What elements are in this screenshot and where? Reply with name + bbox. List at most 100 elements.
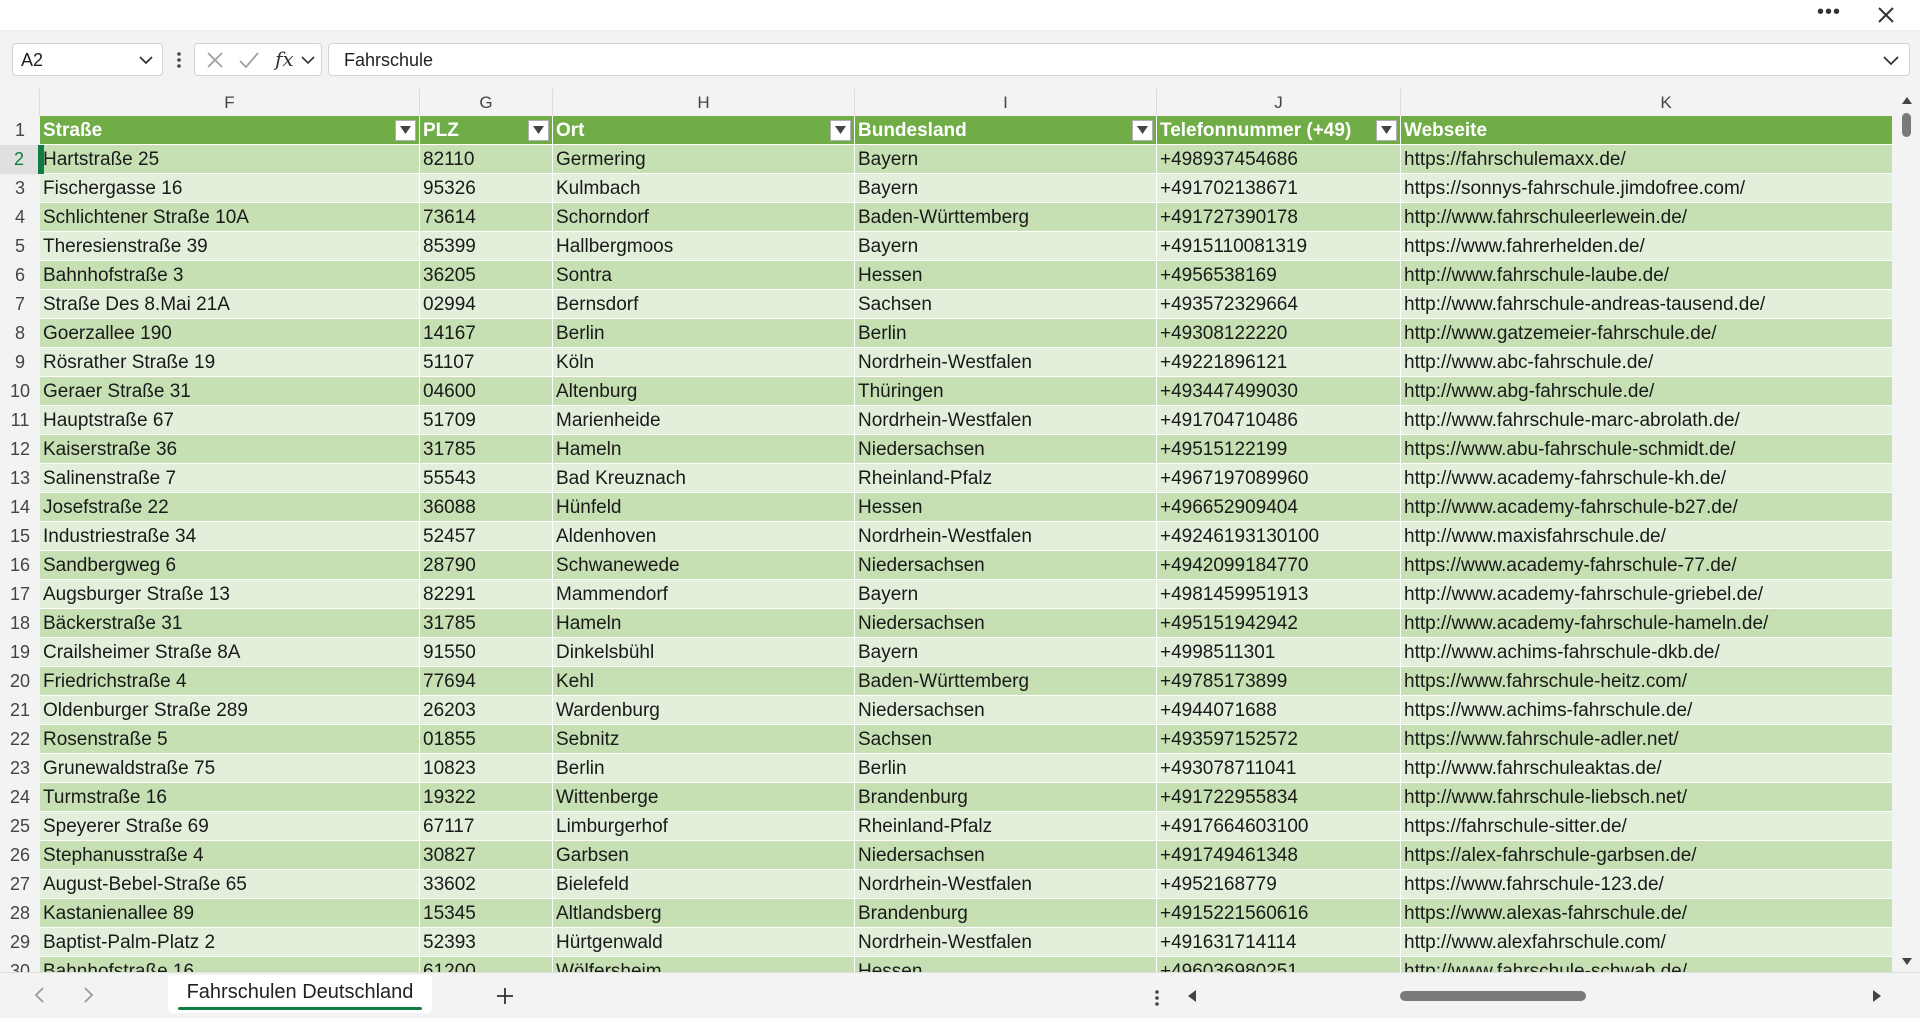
- table-cell[interactable]: Friedrichstraße 4: [40, 667, 420, 696]
- table-cell[interactable]: Speyerer Straße 69: [40, 812, 420, 841]
- table-cell[interactable]: Turmstraße 16: [40, 783, 420, 812]
- table-cell[interactable]: Hauptstraße 67: [40, 406, 420, 435]
- scroll-right-icon[interactable]: [1868, 986, 1886, 1006]
- table-cell[interactable]: +491702138671: [1157, 174, 1401, 203]
- vertical-scroll-thumb[interactable]: [1902, 113, 1911, 137]
- row-header[interactable]: 29: [0, 928, 40, 957]
- sheet-tab-active[interactable]: Fahrschulen Deutschland: [168, 975, 432, 1013]
- table-cell[interactable]: Brandenburg: [855, 899, 1157, 928]
- table-cell[interactable]: http://www.fahrschuleaktas.de/: [1401, 754, 1892, 783]
- add-sheet-icon[interactable]: [492, 983, 518, 1009]
- table-cell[interactable]: Bielefeld: [553, 870, 855, 899]
- table-cell[interactable]: http://www.gatzemeier-fahrschule.de/: [1401, 319, 1892, 348]
- row-header[interactable]: 28: [0, 899, 40, 928]
- chevron-down-icon[interactable]: [299, 50, 317, 70]
- table-cell[interactable]: +4917664603100: [1157, 812, 1401, 841]
- table-cell[interactable]: Sandbergweg 6: [40, 551, 420, 580]
- table-cell[interactable]: Altlandsberg: [553, 899, 855, 928]
- table-header-cell[interactable]: Ort: [553, 116, 855, 145]
- table-cell[interactable]: Rheinland-Pfalz: [855, 464, 1157, 493]
- table-cell[interactable]: Aldenhoven: [553, 522, 855, 551]
- table-cell[interactable]: +4956538169: [1157, 261, 1401, 290]
- table-cell[interactable]: Salinenstraße 7: [40, 464, 420, 493]
- table-cell[interactable]: Sebnitz: [553, 725, 855, 754]
- table-cell[interactable]: Bayern: [855, 580, 1157, 609]
- table-cell[interactable]: Nordrhein-Westfalen: [855, 870, 1157, 899]
- row-header[interactable]: 12: [0, 435, 40, 464]
- table-cell[interactable]: +49221896121: [1157, 348, 1401, 377]
- table-cell[interactable]: https://www.abu-fahrschule-schmidt.de/: [1401, 435, 1892, 464]
- close-icon[interactable]: [1872, 1, 1900, 29]
- table-cell[interactable]: Geraer Straße 31: [40, 377, 420, 406]
- filter-dropdown-icon[interactable]: [830, 120, 851, 141]
- row-header[interactable]: 22: [0, 725, 40, 754]
- table-cell[interactable]: 14167: [420, 319, 553, 348]
- filter-dropdown-icon[interactable]: [528, 120, 549, 141]
- table-cell[interactable]: Niedersachsen: [855, 609, 1157, 638]
- table-cell[interactable]: Hessen: [855, 957, 1157, 972]
- column-header-i[interactable]: I: [855, 89, 1157, 116]
- column-header-j[interactable]: J: [1157, 89, 1401, 116]
- row-header[interactable]: 15: [0, 522, 40, 551]
- table-cell[interactable]: Limburgerhof: [553, 812, 855, 841]
- table-cell[interactable]: Industriestraße 34: [40, 522, 420, 551]
- table-cell[interactable]: Kastanienallee 89: [40, 899, 420, 928]
- table-cell[interactable]: +4998511301: [1157, 638, 1401, 667]
- table-cell[interactable]: +491727390178: [1157, 203, 1401, 232]
- table-cell[interactable]: https://www.fahrschule-heitz.com/: [1401, 667, 1892, 696]
- table-cell[interactable]: 01855: [420, 725, 553, 754]
- table-cell[interactable]: Baden-Württemberg: [855, 203, 1157, 232]
- row-header[interactable]: 11: [0, 406, 40, 435]
- table-cell[interactable]: Nordrhein-Westfalen: [855, 406, 1157, 435]
- table-cell[interactable]: Crailsheimer Straße 8A: [40, 638, 420, 667]
- table-cell[interactable]: Bäckerstraße 31: [40, 609, 420, 638]
- table-cell[interactable]: 52393: [420, 928, 553, 957]
- chevron-down-icon[interactable]: [136, 50, 156, 70]
- table-cell[interactable]: Berlin: [553, 754, 855, 783]
- table-cell[interactable]: Bayern: [855, 174, 1157, 203]
- vertical-scrollbar[interactable]: [1892, 89, 1920, 972]
- table-cell[interactable]: Sontra: [553, 261, 855, 290]
- table-cell[interactable]: http://www.fahrschuleerlewein.de/: [1401, 203, 1892, 232]
- table-cell[interactable]: Hameln: [553, 609, 855, 638]
- table-cell[interactable]: 19322: [420, 783, 553, 812]
- table-cell[interactable]: 85399: [420, 232, 553, 261]
- row-header[interactable]: 20: [0, 667, 40, 696]
- table-cell[interactable]: +498937454686: [1157, 145, 1401, 174]
- table-cell[interactable]: Niedersachsen: [855, 435, 1157, 464]
- table-cell[interactable]: Nordrhein-Westfalen: [855, 348, 1157, 377]
- table-cell[interactable]: 02994: [420, 290, 553, 319]
- horizontal-scroll-thumb[interactable]: [1400, 991, 1586, 1001]
- scroll-left-icon[interactable]: [1183, 986, 1201, 1006]
- insert-function-button[interactable]: fx: [275, 47, 294, 71]
- table-cell[interactable]: 30827: [420, 841, 553, 870]
- table-cell[interactable]: +4952168779: [1157, 870, 1401, 899]
- table-cell[interactable]: http://www.academy-fahrschule-b27.de/: [1401, 493, 1892, 522]
- table-cell[interactable]: Grunewaldstraße 75: [40, 754, 420, 783]
- table-cell[interactable]: http://www.academy-fahrschule-griebel.de…: [1401, 580, 1892, 609]
- scroll-up-icon[interactable]: [1900, 93, 1914, 107]
- formula-input[interactable]: Fahrschule: [328, 43, 1910, 76]
- row-header[interactable]: 16: [0, 551, 40, 580]
- column-header-h[interactable]: H: [553, 89, 855, 116]
- confirm-check-icon[interactable]: [237, 48, 261, 72]
- table-cell[interactable]: +49246193130100: [1157, 522, 1401, 551]
- table-cell[interactable]: Bayern: [855, 145, 1157, 174]
- table-cell[interactable]: +4944071688: [1157, 696, 1401, 725]
- row-header[interactable]: 10: [0, 377, 40, 406]
- table-cell[interactable]: Hessen: [855, 261, 1157, 290]
- table-cell[interactable]: Bayern: [855, 232, 1157, 261]
- table-cell[interactable]: http://www.achims-fahrschule-dkb.de/: [1401, 638, 1892, 667]
- table-cell[interactable]: Kehl: [553, 667, 855, 696]
- table-cell[interactable]: Bayern: [855, 638, 1157, 667]
- table-cell[interactable]: +496652909404: [1157, 493, 1401, 522]
- table-cell[interactable]: http://www.fahrschule-marc-abrolath.de/: [1401, 406, 1892, 435]
- table-cell[interactable]: 10823: [420, 754, 553, 783]
- table-cell[interactable]: Nordrhein-Westfalen: [855, 928, 1157, 957]
- table-header-cell[interactable]: Bundesland: [855, 116, 1157, 145]
- table-cell[interactable]: 52457: [420, 522, 553, 551]
- row-header[interactable]: 2: [0, 145, 40, 174]
- table-cell[interactable]: http://www.abc-fahrschule.de/: [1401, 348, 1892, 377]
- table-cell[interactable]: Dinkelsbühl: [553, 638, 855, 667]
- table-cell[interactable]: http://www.alexfahrschule.com/: [1401, 928, 1892, 957]
